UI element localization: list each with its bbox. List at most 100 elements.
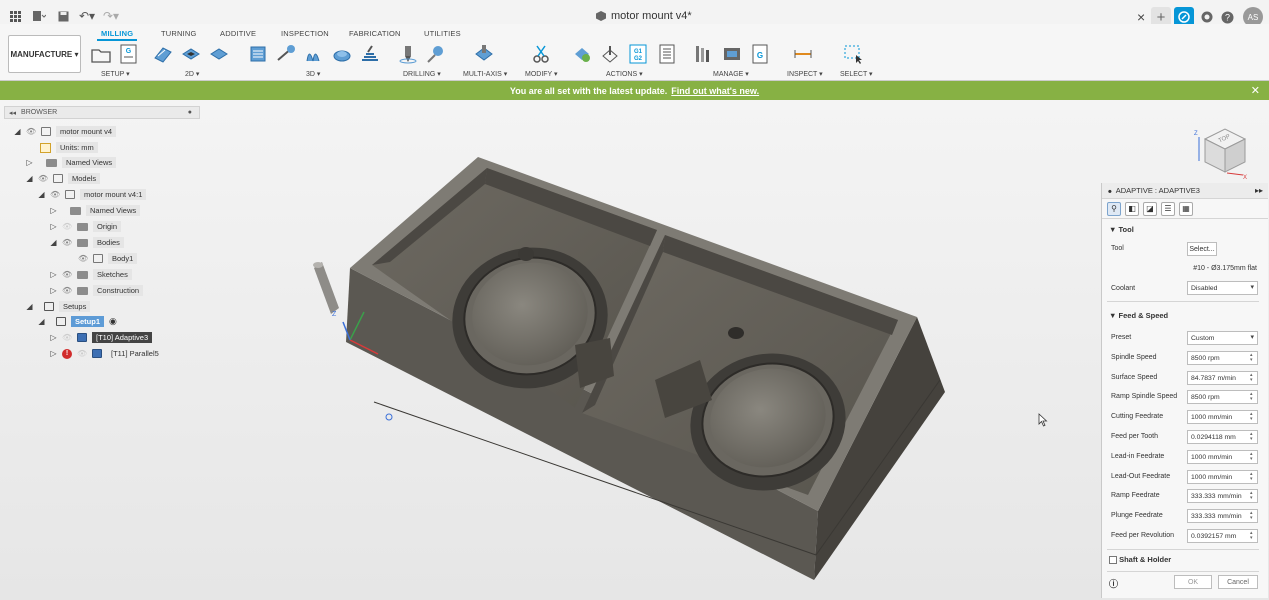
tab-additive[interactable]: ADDITIVE	[220, 29, 256, 38]
numeric-field[interactable]: 0.0392157 mm ▴ ▾	[1187, 529, 1258, 543]
tab-turning[interactable]: TURNING	[161, 29, 197, 38]
tool-select-button[interactable]: Select...	[1187, 242, 1217, 256]
expand-icon[interactable]: ◢	[50, 238, 57, 247]
tab-utilities[interactable]: UTILITIES	[424, 29, 461, 38]
spinner-icon[interactable]: ▴ ▾	[1250, 472, 1256, 482]
tab-heights-icon[interactable]: ◪	[1143, 201, 1157, 216]
3d-pocket-icon[interactable]	[276, 44, 296, 64]
group-inspect[interactable]: INSPECT ▾	[787, 70, 823, 78]
tree-model-component[interactable]: ◢ 👁 motor mount v4:1	[38, 188, 147, 201]
tree-sketches[interactable]: ▷ 👁 Sketches	[50, 268, 132, 281]
modify-scissors-icon[interactable]	[531, 44, 551, 64]
close-tab-icon[interactable]: ×	[1137, 9, 1145, 25]
spinner-icon[interactable]: ▴ ▾	[1250, 491, 1256, 501]
nc-program-icon[interactable]: G	[119, 44, 139, 64]
parallel-icon[interactable]	[304, 44, 324, 64]
dialog-header[interactable]: ⦁ ADAPTIVE : ADAPTIVE3 ▸▸	[1102, 183, 1268, 199]
tree-body1[interactable]: 👁 Body1	[78, 252, 138, 265]
group-drilling[interactable]: DRILLING ▾	[403, 70, 441, 78]
undo-icon[interactable]: ↶▾	[78, 7, 96, 25]
spinner-icon[interactable]: ▴ ▾	[1250, 531, 1256, 541]
drill-icon[interactable]	[398, 44, 418, 64]
numeric-field[interactable]: 1000 mm/min ▴ ▾	[1187, 410, 1258, 424]
redo-icon[interactable]: ↷▾	[102, 7, 120, 25]
app-grid-icon[interactable]	[6, 7, 24, 25]
tool-section-header[interactable]: ▼ Tool	[1109, 225, 1134, 234]
post-process-icon[interactable]: G1G2	[628, 44, 648, 64]
tree-origin[interactable]: ▷ 👁 Origin	[50, 220, 122, 233]
tree-named-views[interactable]: ▷ Named Views	[26, 156, 117, 169]
visibility-eye-icon[interactable]: 👁	[50, 190, 60, 199]
group-2d[interactable]: 2D ▾	[185, 70, 199, 78]
hidden-eye-icon[interactable]: 👁	[62, 222, 72, 231]
coolant-select[interactable]: Disabled	[1187, 281, 1258, 295]
model-viewport[interactable]: Z	[300, 150, 960, 590]
spinner-icon[interactable]: ▴ ▾	[1250, 511, 1256, 521]
tree-setups[interactable]: ◢ Setups	[26, 300, 91, 313]
visibility-eye-icon[interactable]: 👁	[78, 254, 88, 263]
spinner-icon[interactable]: ▴ ▾	[1250, 432, 1256, 442]
tree-operation-adaptive[interactable]: ▷ 👁 [T10] Adaptive3	[50, 331, 153, 344]
expand-icon[interactable]: ◢	[14, 127, 21, 136]
save-icon[interactable]	[54, 7, 72, 25]
active-setup-icon[interactable]: ◉	[109, 316, 117, 327]
tab-geometry-icon[interactable]: ◧	[1125, 201, 1139, 216]
3d-adaptive-icon[interactable]	[248, 44, 268, 64]
tree-models[interactable]: ◢ 👁 Models	[26, 172, 101, 185]
spinner-icon[interactable]: ▴ ▾	[1250, 412, 1256, 422]
dialog-expand-icon[interactable]: ▸▸	[1255, 186, 1263, 195]
shaft-holder-section[interactable]: Shaft & Holder	[1109, 555, 1171, 565]
browser-header[interactable]: ◂◂ BROWSER ●	[4, 106, 200, 119]
spinner-icon[interactable]: ▴ ▾	[1250, 452, 1256, 462]
visibility-eye-icon[interactable]: 👁	[62, 286, 72, 295]
spinner-icon[interactable]: ▴ ▾	[1250, 353, 1256, 363]
preset-select[interactable]: Custom	[1187, 331, 1258, 345]
view-cube[interactable]: TOP Z X	[1193, 117, 1251, 179]
collapse-icon[interactable]: ▷	[50, 286, 57, 295]
cancel-button[interactable]: Cancel	[1218, 575, 1258, 589]
group-3d[interactable]: 3D ▾	[306, 70, 320, 78]
expand-icon[interactable]: ◢	[38, 317, 45, 326]
expand-icon[interactable]: ◢	[26, 174, 33, 183]
tree-comp-named-views[interactable]: ▷ Named Views	[50, 204, 141, 217]
collapse-icon[interactable]: ▷	[50, 333, 57, 342]
visibility-eye-icon[interactable]: 👁	[62, 270, 72, 279]
expand-icon[interactable]: ◢	[38, 190, 45, 199]
2d-pocket-icon[interactable]	[181, 44, 201, 64]
tab-milling[interactable]: MILLING	[96, 29, 138, 41]
file-menu-icon[interactable]	[30, 7, 48, 25]
collapse-icon[interactable]: ▷	[26, 158, 33, 167]
info-icon[interactable]: ⓘ	[1109, 577, 1118, 590]
group-modify[interactable]: MODIFY ▾	[525, 70, 558, 78]
tree-units[interactable]: Units: mm	[40, 141, 98, 154]
numeric-field[interactable]: 8500 rpm ▴ ▾	[1187, 390, 1258, 404]
tree-bodies[interactable]: ◢ 👁 Bodies	[50, 236, 124, 249]
numeric-field[interactable]: 333.333 mm/min ▴ ▾	[1187, 489, 1258, 503]
scallop-icon[interactable]	[360, 44, 380, 64]
expand-icon[interactable]: ◢	[26, 302, 33, 311]
collapse-icon[interactable]: ▷	[50, 222, 57, 231]
error-icon[interactable]: !	[62, 348, 72, 359]
tab-fabrication[interactable]: FABRICATION	[349, 29, 401, 38]
tab-inspection[interactable]: INSPECTION	[281, 29, 329, 38]
numeric-field[interactable]: 8500 rpm ▴ ▾	[1187, 351, 1258, 365]
2d-adaptive-icon[interactable]	[153, 44, 173, 64]
numeric-field[interactable]: 0.0294118 mm ▴ ▾	[1187, 430, 1258, 444]
numeric-field[interactable]: 1000 mm/min ▴ ▾	[1187, 450, 1258, 464]
tool-library-icon[interactable]	[694, 44, 714, 64]
simulate-with-machine-icon[interactable]	[600, 44, 620, 64]
numeric-field[interactable]: 1000 mm/min ▴ ▾	[1187, 470, 1258, 484]
tree-operation-parallel[interactable]: ▷ ! 👁 [T11] Parallel5	[50, 347, 163, 360]
tab-passes-icon[interactable]: ☰	[1161, 201, 1175, 216]
tree-root[interactable]: ◢ 👁 motor mount v4	[14, 125, 117, 138]
collapse-icon[interactable]: ▷	[50, 349, 57, 358]
setup-folder-icon[interactable]	[91, 44, 111, 64]
face-icon[interactable]	[209, 44, 229, 64]
post-library-icon[interactable]: G	[750, 44, 770, 64]
spinner-icon[interactable]: ▴ ▾	[1250, 373, 1256, 383]
group-manage[interactable]: MANAGE ▾	[713, 70, 749, 78]
visibility-eye-icon[interactable]: 👁	[26, 127, 36, 136]
browser-pin-icon[interactable]: ●	[188, 109, 192, 116]
workspace-switcher[interactable]: MANUFACTURE ▾	[8, 35, 81, 73]
group-actions[interactable]: ACTIONS ▾	[606, 70, 643, 78]
